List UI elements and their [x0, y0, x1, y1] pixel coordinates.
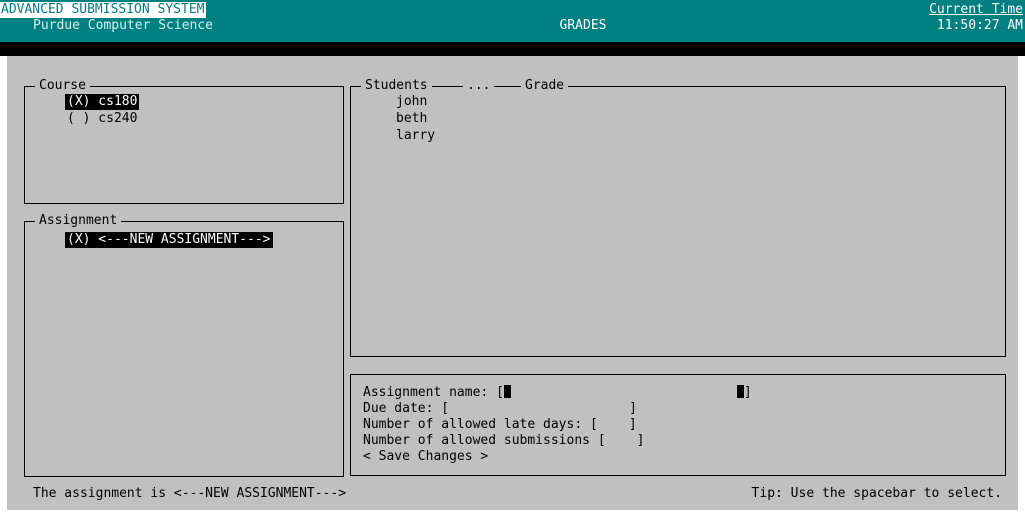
assignment-form: Assignment name: [] Due date: [] Number … [350, 374, 1006, 476]
due-date-field[interactable]: [] [441, 401, 637, 416]
title-bar: ADVANCED SUBMISSION SYSTEM Purdue Comput… [0, 0, 1025, 42]
late-days-row: Number of allowed late days: [] [363, 417, 637, 433]
assignment-option-new[interactable]: (X) <---NEW ASSIGNMENT---> [65, 232, 273, 248]
student-row[interactable]: beth [396, 111, 427, 127]
page-title: GRADES [559, 18, 607, 33]
panel-corner [24, 221, 31, 228]
course-panel-title: Course [35, 78, 90, 94]
assignment-panel-title: Assignment [35, 213, 122, 229]
status-message: The assignment is <---NEW ASSIGNMENT---> [33, 486, 347, 501]
late-days-field[interactable]: [] [590, 417, 637, 432]
student-row[interactable]: larry [396, 128, 435, 144]
course-option-cs180[interactable]: (X) cs180 [65, 94, 140, 110]
due-date-row: Due date: [] [363, 401, 637, 417]
assignment-name-row: Assignment name: [] [363, 385, 752, 401]
save-changes-button[interactable]: < Save Changes > [363, 449, 488, 465]
late-days-label: Number of allowed late days: [363, 417, 590, 432]
panel-corner [350, 86, 357, 93]
assignment-name-field[interactable]: [] [496, 385, 752, 400]
course-panel: Course (X) cs180 ( ) cs240 [24, 78, 344, 204]
submissions-label: Number of allowed submissions [363, 433, 598, 448]
due-date-label: Due date: [363, 401, 442, 416]
grades-panel: Students ... Grade john beth larry [350, 78, 1006, 357]
panel-corner [24, 86, 31, 93]
assignment-panel: Assignment (X) <---NEW ASSIGNMENT---> [24, 213, 344, 477]
grades-ellipsis: ... [463, 78, 495, 94]
submissions-row: Number of allowed submissions [] [363, 433, 644, 449]
grade-header: Grade [521, 78, 569, 94]
status-tip: Tip: Use the spacebar to select. [751, 486, 1002, 501]
student-row[interactable]: john [396, 94, 427, 110]
field-end-marker [736, 385, 744, 398]
text-cursor [503, 385, 511, 398]
students-header: Students [361, 78, 432, 94]
submissions-field[interactable]: [] [598, 433, 645, 448]
current-time-label: Current Time [929, 2, 1023, 17]
assignment-name-label: Assignment name: [363, 385, 497, 400]
current-time-value: 11:50:27 AM [936, 18, 1023, 33]
system-title: ADVANCED SUBMISSION SYSTEM [0, 2, 206, 18]
main-area: Course (X) cs180 ( ) cs240 Assignment (X… [7, 56, 1018, 510]
course-option-cs240[interactable]: ( ) cs240 [67, 111, 137, 127]
header-divider [0, 42, 1025, 56]
